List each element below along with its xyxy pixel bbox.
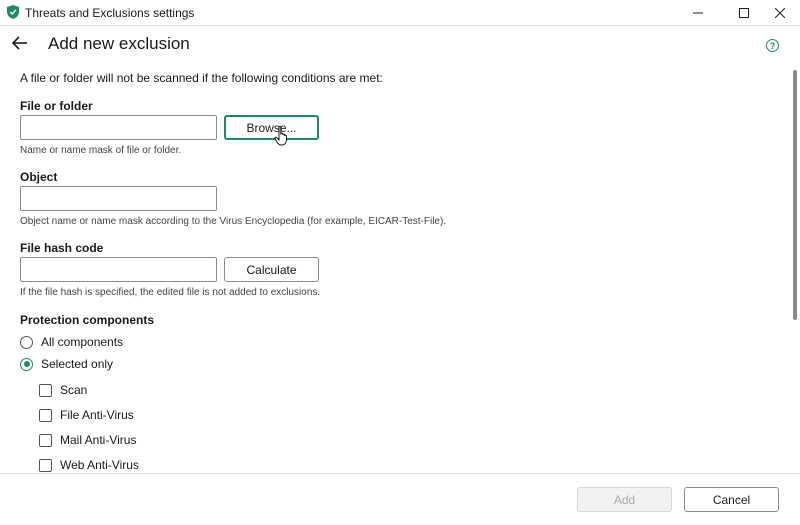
checkbox-label: Web Anti-Virus	[60, 458, 139, 472]
checkbox[interactable]	[39, 383, 52, 397]
checkbox[interactable]	[39, 433, 52, 447]
radio-all-components[interactable]: All components	[20, 335, 123, 349]
radio-selected-only[interactable]: Selected only	[20, 357, 113, 371]
object-label: Object	[20, 170, 58, 184]
checkbox-file-anti-virus[interactable]: File Anti-Virus	[39, 408, 134, 422]
window-title: Threats and Exclusions settings	[25, 6, 195, 20]
file-hash-input[interactable]	[20, 257, 217, 282]
back-arrow-icon[interactable]	[12, 36, 28, 50]
add-button[interactable]: Add	[577, 487, 672, 512]
help-icon[interactable]: ?	[766, 39, 779, 52]
browse-button[interactable]: Browse...	[224, 115, 319, 140]
page-title: Add new exclusion	[48, 34, 190, 53]
object-input[interactable]	[20, 186, 217, 211]
checkbox-label: Mail Anti-Virus	[60, 433, 137, 447]
checkbox[interactable]	[39, 458, 52, 472]
kaspersky-shield-icon	[7, 5, 19, 19]
footer-bar: Add Cancel	[0, 473, 800, 525]
file-or-folder-input[interactable]	[20, 115, 217, 140]
radio-label: Selected only	[41, 357, 114, 371]
close-icon	[775, 7, 785, 18]
radio-button-selected[interactable]	[20, 357, 33, 371]
checkbox[interactable]	[39, 408, 52, 422]
file-or-folder-hint: Name or name mask of file or folder.	[20, 145, 182, 156]
radio-label: All components	[41, 335, 124, 349]
scrollbar-thumb[interactable]	[793, 70, 797, 320]
file-hash-hint: If the file hash is specified, the edite…	[20, 287, 321, 298]
intro-text: A file or folder will not be scanned if …	[20, 71, 383, 85]
calculate-button[interactable]: Calculate	[224, 257, 319, 282]
checkbox-web-anti-virus[interactable]: Web Anti-Virus	[39, 458, 139, 472]
hand-cursor-icon	[274, 126, 287, 146]
checkbox-mail-anti-virus[interactable]: Mail Anti-Virus	[39, 433, 136, 447]
title-bar: Threats and Exclusions settings	[0, 0, 800, 26]
protection-components-label: Protection components	[20, 313, 155, 327]
maximize-icon	[739, 7, 749, 18]
minimize-icon	[693, 12, 703, 13]
page-header: Add new exclusion ?	[0, 26, 790, 66]
close-button[interactable]	[757, 0, 800, 25]
scrollbar[interactable]	[791, 70, 799, 470]
file-hash-label: File hash code	[20, 241, 104, 255]
checkbox-scan[interactable]: Scan	[39, 383, 87, 397]
radio-button[interactable]	[20, 335, 33, 349]
checkbox-label: Scan	[60, 383, 88, 397]
object-hint: Object name or name mask according to th…	[20, 216, 447, 227]
cancel-button[interactable]: Cancel	[684, 487, 779, 512]
checkbox-label: File Anti-Virus	[60, 408, 134, 422]
file-or-folder-label: File or folder	[20, 99, 93, 113]
minimize-button[interactable]	[675, 0, 721, 25]
